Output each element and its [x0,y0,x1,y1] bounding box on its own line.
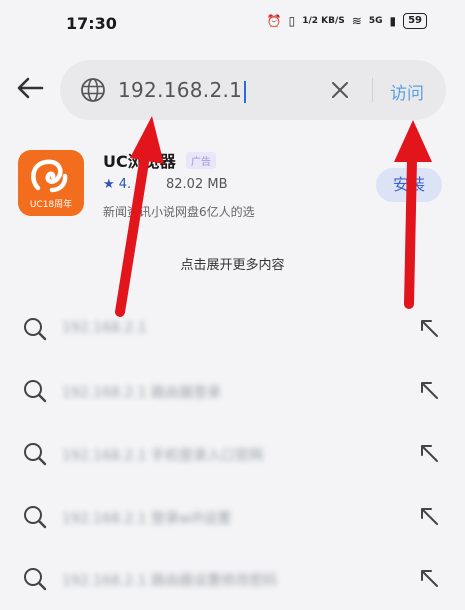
network-speed: 1/2 KB/S [302,15,345,26]
url-search-bar[interactable]: 192.168.2.1 访问 [60,60,446,120]
fill-arrow-icon[interactable] [417,441,441,465]
search-icon [24,318,47,341]
suggestion-row[interactable]: 192.168.2.1 路由器设置修改密码 [0,548,465,610]
app-name: UC浏览器 [103,152,176,171]
wifi-icon: ≋ [351,14,362,28]
suggestion-text: 192.168.2.1 登录wifi设置 [62,511,232,527]
status-icons: ⏰ ▯ 1/2 KB/S ≋ 5G ▮ 59 [267,13,427,29]
search-icon [24,380,47,403]
app-description: 新闻资讯小说网盘6亿人的选 [103,205,255,219]
expand-more-link[interactable]: 点击展开更多内容 [0,254,465,273]
url-input[interactable]: 192.168.2.1 [118,78,247,103]
vibrate-icon: ▯ [288,14,296,28]
suggestion-row[interactable]: 192.168.2.1 路由器登录 [0,360,465,422]
fill-arrow-icon[interactable] [417,504,441,528]
app-size: 82.02 MB [166,177,228,192]
app-ad-card[interactable]: UC18周年 UC浏览器 广告 ★ 4. 82.02 MB 新闻资讯小说网盘6亿… [0,140,465,230]
suggestion-row[interactable]: 192.168.2.1 手机登录入口官网 [0,423,465,485]
fill-arrow-icon[interactable] [417,316,441,340]
suggestion-text: 192.168.2.1 [62,320,147,336]
fill-arrow-icon[interactable] [417,378,441,402]
status-bar: 17:30 ⏰ ▯ 1/2 KB/S ≋ 5G ▮ 59 [0,0,465,48]
suggestion-text: 192.168.2.1 路由器登录 [62,385,222,401]
text-cursor [244,80,247,103]
divider [372,78,373,102]
clear-icon[interactable] [328,78,352,102]
url-text: 192.168.2.1 [118,78,243,102]
status-time: 17:30 [66,14,117,33]
globe-icon [81,78,105,102]
app-icon-label: UC18周年 [29,200,73,210]
back-arrow-icon[interactable] [14,72,46,104]
signal-icon: ▮ [389,14,397,28]
app-rating: ★ 4. [103,177,132,192]
suggestion-row[interactable]: 192.168.2.1 [0,298,465,360]
ad-badge: 广告 [186,152,216,169]
uc-browser-app-icon: UC18周年 [18,150,84,216]
fill-arrow-icon[interactable] [417,566,441,590]
suggestion-text: 192.168.2.1 手机登录入口官网 [62,448,264,464]
signal-label: 5G [368,15,383,26]
search-icon [24,506,47,529]
search-icon [24,568,47,591]
visit-button[interactable]: 访问 [390,79,424,104]
alarm-icon: ⏰ [266,14,282,28]
suggestion-row[interactable]: 192.168.2.1 登录wifi设置 [0,486,465,548]
squirrel-logo-icon [31,159,68,193]
install-button[interactable]: 安装 [376,168,442,202]
battery-level: 59 [403,13,427,29]
suggestion-text: 192.168.2.1 路由器设置修改密码 [62,573,278,589]
search-icon [24,443,47,466]
